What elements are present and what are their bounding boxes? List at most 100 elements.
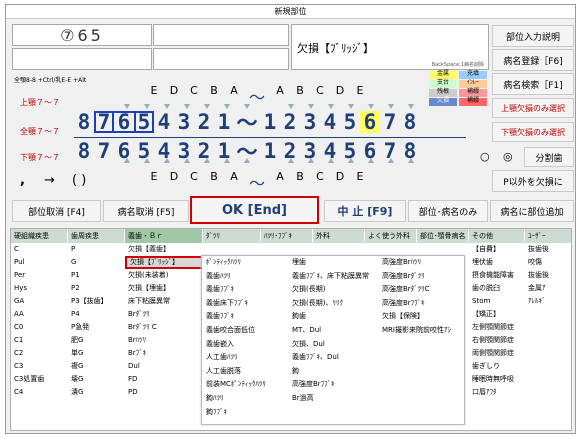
list-item[interactable]: G [68, 256, 125, 269]
list-item-selected[interactable]: 欠損【ﾌﾞﾘｯｼﾞ】 [125, 256, 203, 269]
list-item[interactable]: 【矯正】 [469, 308, 525, 321]
popup-item[interactable]: 人工歯脱落 [206, 365, 288, 379]
popup-item[interactable]: 高強度Brﾌﾌﾞｷ [292, 378, 380, 392]
popup-item[interactable]: MRI撮影来院前咬性ｱｼ [382, 324, 464, 338]
popup-item[interactable]: 欠損(長期)、ﾘﾘｸ [292, 297, 380, 311]
tooth-lr-B[interactable]: B [290, 170, 310, 194]
tooth-ll-A[interactable]: A [224, 170, 244, 194]
list-item[interactable]: Brﾌﾞｷ [125, 347, 203, 360]
popup-item[interactable]: 義歯ﾊﾂﾘ [206, 270, 288, 284]
tooth-lr-A[interactable]: A [270, 170, 290, 194]
list-item[interactable]: 睡眠時無呼吸 [469, 373, 525, 386]
list-item[interactable]: PD [125, 386, 203, 399]
list-item[interactable]: Brﾊﾂﾘ [125, 334, 203, 347]
tooth-ll-D[interactable]: D [164, 170, 184, 194]
lower-missing-select-button[interactable]: 下顎欠損のみ選択 [492, 122, 574, 142]
popup-item[interactable]: 高強度Brﾌﾌﾞｷ [382, 297, 464, 311]
popup-item[interactable]: 義歯ﾌﾌﾞｷ [206, 310, 288, 324]
popup-item[interactable]: 鉤 [292, 365, 380, 379]
list-item[interactable]: P1 [68, 269, 125, 282]
register-diagnosis-button[interactable]: 病名登録［F6] [492, 49, 574, 71]
lower-jaw-label[interactable]: 下顎７～７ [20, 152, 60, 163]
popup-item[interactable]: 義歯ﾌﾌﾞｷ、床下粘膜異常 [292, 270, 380, 284]
popup-item[interactable]: 欠損、Dul [292, 338, 380, 352]
list-item[interactable]: 床下粘膜異常 [125, 295, 203, 308]
non-p-missing-button[interactable]: P以外を欠損に [492, 170, 574, 192]
list-item[interactable]: C3処置歯 [11, 373, 68, 386]
tooth-ll-E[interactable]: E [144, 170, 164, 194]
arrow-key[interactable]: → [44, 173, 55, 188]
column-header[interactable]: よく使う外科 [365, 229, 417, 243]
list-item[interactable]: Brﾀﾞﾂﾘ [125, 308, 203, 321]
abort-button[interactable]: 中 止 [F9] [324, 200, 406, 222]
list-item[interactable]: 埋伏歯 [469, 256, 525, 269]
list-item[interactable]: P2 [68, 282, 125, 295]
list-item[interactable]: P急発 [68, 321, 125, 334]
list-item[interactable]: FD [125, 373, 203, 386]
tooth-ll-B[interactable]: B [204, 170, 224, 194]
list-item[interactable]: GA [11, 295, 68, 308]
list-item[interactable]: C1 [11, 334, 68, 347]
list-item[interactable]: 咬傷 [525, 256, 571, 269]
popup-item[interactable]: 欠損【保険】 [382, 310, 464, 324]
split-tooth-button[interactable]: 分割歯 [524, 147, 574, 167]
list-item[interactable]: 【自費】 [469, 243, 525, 256]
popup-item[interactable]: 埋歯 [292, 256, 380, 270]
popup-item[interactable]: 義歯嵌入 [206, 338, 288, 352]
list-item[interactable]: 金属ｱ [525, 282, 571, 295]
popup-item[interactable]: 鉤ﾊﾂﾘ [206, 392, 288, 406]
popup-item[interactable]: 人工歯ﾊﾂﾘ [206, 351, 288, 365]
tooth-lr-C[interactable]: C [310, 170, 330, 194]
column-header[interactable]: 外科 [313, 229, 365, 243]
list-item[interactable]: C3 [11, 360, 68, 373]
column-header[interactable]: 硬組織疾患 [11, 229, 68, 243]
column-header[interactable]: 歯周疾患 [68, 229, 125, 243]
list-item[interactable]: C [11, 243, 68, 256]
site-diagnosis-only-button[interactable]: 部位･病名のみ [408, 200, 488, 222]
comma-key[interactable]: , [20, 173, 25, 188]
list-item[interactable]: C4 [11, 386, 68, 399]
popup-item[interactable]: ﾎﾟﾝﾃｨｯｸﾊﾂﾘ [206, 256, 288, 270]
list-item[interactable]: Brﾀﾞﾂﾘ C [125, 321, 203, 334]
list-item[interactable]: C0 [11, 321, 68, 334]
list-item[interactable]: 右側顎関節症 [469, 334, 525, 347]
list-item[interactable]: Per [11, 269, 68, 282]
list-item[interactable]: P [68, 243, 125, 256]
popup-item[interactable]: 義歯咬合面低位 [206, 324, 288, 338]
list-item[interactable]: 左側顎関節症 [469, 321, 525, 334]
popup-item[interactable]: 鉤歯 [292, 310, 380, 324]
popup-item[interactable]: 義歯床下ﾌﾌﾞｷ [206, 297, 288, 311]
input-help-button[interactable]: 部位入力説明 [492, 25, 574, 47]
popup-item[interactable]: Br過高 [292, 392, 380, 406]
list-item[interactable]: ｱﾚﾙｷﾞ [525, 295, 571, 308]
upper-jaw-label[interactable]: 上顎７～７ [20, 97, 60, 108]
add-site-to-diagnosis-button[interactable]: 病名に部位追加 [490, 200, 574, 222]
list-item[interactable]: AA [11, 308, 68, 321]
list-item[interactable]: Stom [469, 295, 525, 308]
list-item[interactable]: C2 [11, 347, 68, 360]
list-item[interactable]: P3【抜歯】 [68, 295, 125, 308]
column-header[interactable]: ﾊﾂﾘ･ﾌﾌﾞｷ [261, 229, 313, 243]
popup-item[interactable]: 高強度Brﾊﾂﾘ [382, 256, 464, 270]
tooth-lr-D[interactable]: D [330, 170, 350, 194]
popup-item[interactable]: 高強度BrﾀﾞﾂﾘC [382, 283, 464, 297]
popup-item[interactable]: 義歯ﾌﾌﾞｷ、Dul [292, 351, 380, 365]
list-item[interactable]: 潰G [68, 386, 125, 399]
list-item[interactable]: 単G [68, 347, 125, 360]
list-item[interactable]: Hys [11, 282, 68, 295]
popup-item[interactable]: 鉤ﾌﾌﾞｷ [206, 406, 288, 420]
radio-option-left[interactable]: ○ [480, 150, 490, 163]
list-item[interactable]: 欠損(未装着) [125, 269, 203, 282]
list-item[interactable]: 複G [68, 360, 125, 373]
column-header[interactable]: ﾀﾞﾂﾘ [203, 229, 261, 243]
column-header[interactable]: その他 [469, 229, 525, 243]
popup-item[interactable]: MT、Dul [292, 324, 380, 338]
popup-item[interactable]: 欠損(長期) [292, 283, 380, 297]
upper-missing-select-button[interactable]: 上顎欠損のみ選択 [492, 98, 574, 118]
list-item[interactable]: 肥G [68, 334, 125, 347]
cancel-diagnosis-button[interactable]: 病名取消 [F5] [103, 200, 189, 222]
list-item[interactable]: 歯の脱臼 [469, 282, 525, 295]
list-item[interactable]: P4 [68, 308, 125, 321]
search-diagnosis-button[interactable]: 病名検索［F1] [492, 73, 574, 95]
ok-button[interactable]: OK [End] [190, 196, 319, 224]
